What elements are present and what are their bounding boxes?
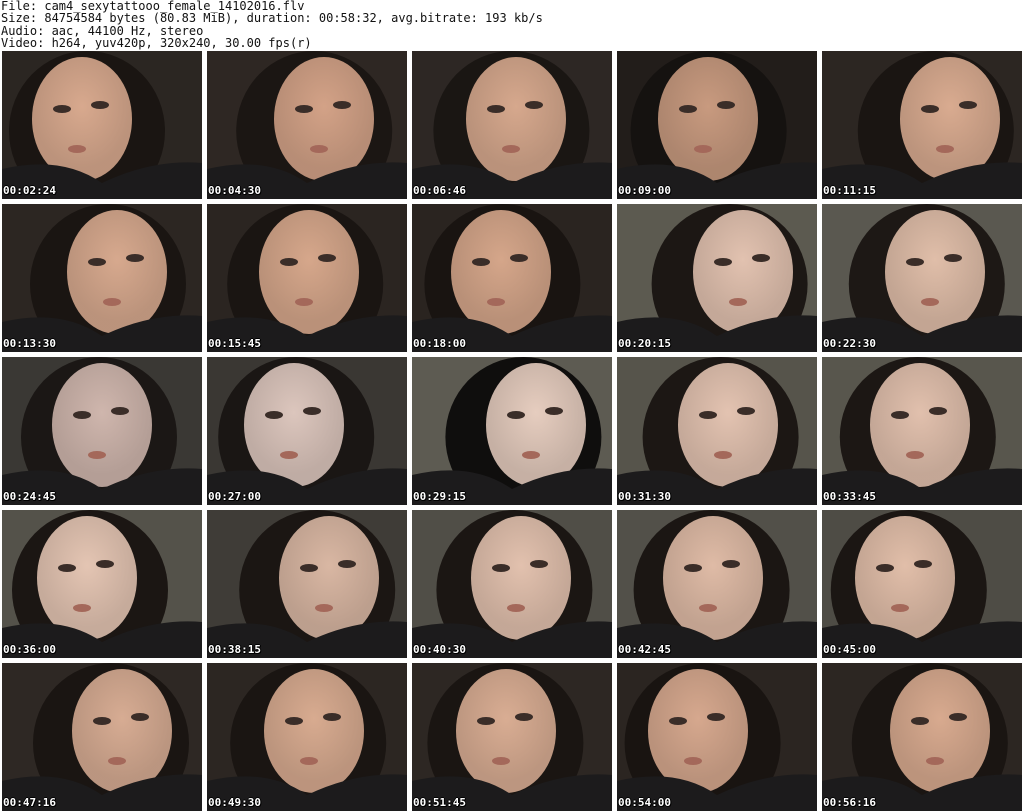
timestamp-label: 00:29:15	[413, 490, 466, 503]
thumbnail-frame-image	[617, 357, 817, 505]
file-info-header: File: cam4_sexytattooo_female_14102016.f…	[1, 0, 1021, 50]
timestamp-label: 00:51:45	[413, 796, 466, 809]
timestamp-label: 00:49:30	[208, 796, 261, 809]
video-thumbnail: 00:42:45	[617, 510, 817, 658]
timestamp-label: 00:27:00	[208, 490, 261, 503]
thumbnail-frame-image	[207, 357, 407, 505]
video-thumbnail: 00:20:15	[617, 204, 817, 352]
video-thumbnail: 00:29:15	[412, 357, 612, 505]
video-thumbnail: 00:38:15	[207, 510, 407, 658]
thumbnail-frame-image	[412, 510, 612, 658]
video-thumbnail: 00:06:46	[412, 51, 612, 199]
video-thumbnail: 00:09:00	[617, 51, 817, 199]
thumbnail-frame-image	[2, 204, 202, 352]
thumbnail-frame-image	[2, 51, 202, 199]
video-thumbnail: 00:31:30	[617, 357, 817, 505]
timestamp-label: 00:18:00	[413, 337, 466, 350]
thumbnail-frame-image	[617, 51, 817, 199]
thumbnail-frame-image	[617, 663, 817, 811]
thumbnail-frame-image	[822, 357, 1022, 505]
timestamp-label: 00:11:15	[823, 184, 876, 197]
thumbnail-frame-image	[412, 51, 612, 199]
thumbnail-frame-image	[2, 357, 202, 505]
video-thumbnail: 00:36:00	[2, 510, 202, 658]
video-thumbnail: 00:51:45	[412, 663, 612, 811]
timestamp-label: 00:33:45	[823, 490, 876, 503]
timestamp-label: 00:40:30	[413, 643, 466, 656]
thumbnail-frame-image	[412, 663, 612, 811]
video-thumbnail: 00:15:45	[207, 204, 407, 352]
thumbnail-frame-image	[207, 204, 407, 352]
timestamp-label: 00:36:00	[3, 643, 56, 656]
timestamp-label: 00:04:30	[208, 184, 261, 197]
thumbnail-frame-image	[412, 357, 612, 505]
video-thumbnail: 00:02:24	[2, 51, 202, 199]
video-thumbnail: 00:24:45	[2, 357, 202, 505]
thumbnail-frame-image	[2, 510, 202, 658]
video-thumbnail: 00:40:30	[412, 510, 612, 658]
thumbnail-frame-image	[207, 510, 407, 658]
thumbnail-frame-image	[617, 510, 817, 658]
video-thumbnail: 00:27:00	[207, 357, 407, 505]
timestamp-label: 00:54:00	[618, 796, 671, 809]
timestamp-label: 00:09:00	[618, 184, 671, 197]
thumbnail-frame-image	[617, 204, 817, 352]
timestamp-label: 00:20:15	[618, 337, 671, 350]
video-thumbnail: 00:33:45	[822, 357, 1022, 505]
timestamp-label: 00:47:16	[3, 796, 56, 809]
video-thumbnail: 00:13:30	[2, 204, 202, 352]
video-thumbnail: 00:18:00	[412, 204, 612, 352]
video-info-line: Video: h264, yuv420p, 320x240, 30.00 fps…	[1, 36, 312, 51]
timestamp-label: 00:02:24	[3, 184, 56, 197]
video-thumbnail: 00:47:16	[2, 663, 202, 811]
video-thumbnail: 00:04:30	[207, 51, 407, 199]
timestamp-label: 00:31:30	[618, 490, 671, 503]
thumbnail-frame-image	[207, 663, 407, 811]
timestamp-label: 00:06:46	[413, 184, 466, 197]
video-thumbnail: 00:22:30	[822, 204, 1022, 352]
thumbnail-frame-image	[207, 51, 407, 199]
timestamp-label: 00:13:30	[3, 337, 56, 350]
thumbnail-frame-image	[822, 204, 1022, 352]
timestamp-label: 00:22:30	[823, 337, 876, 350]
timestamp-label: 00:56:16	[823, 796, 876, 809]
thumbnail-frame-image	[822, 510, 1022, 658]
timestamp-label: 00:42:45	[618, 643, 671, 656]
thumbnail-grid: 00:02:24 00:04:30 00:06:46 00:09:00 00:11:15…	[2, 51, 1022, 811]
video-thumbnail: 00:54:00	[617, 663, 817, 811]
timestamp-label: 00:38:15	[208, 643, 261, 656]
video-thumbnail: 00:45:00	[822, 510, 1022, 658]
file-size-line: Size: 84754584 bytes (80.83 MiB), durati…	[1, 11, 543, 26]
video-thumbnail: 00:56:16	[822, 663, 1022, 811]
thumbnail-frame-image	[412, 204, 612, 352]
timestamp-label: 00:45:00	[823, 643, 876, 656]
thumbnail-frame-image	[822, 51, 1022, 199]
video-thumbnail: 00:49:30	[207, 663, 407, 811]
video-thumbnail: 00:11:15	[822, 51, 1022, 199]
thumbnail-frame-image	[2, 663, 202, 811]
timestamp-label: 00:15:45	[208, 337, 261, 350]
timestamp-label: 00:24:45	[3, 490, 56, 503]
thumbnail-frame-image	[822, 663, 1022, 811]
